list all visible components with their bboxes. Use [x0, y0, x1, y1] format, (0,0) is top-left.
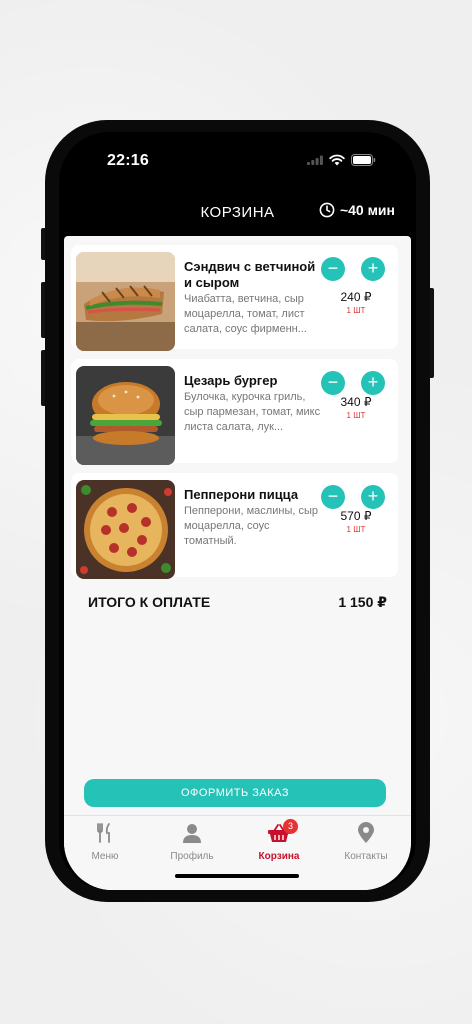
item-qty: 1 ШТ — [346, 411, 366, 420]
battery-icon — [351, 154, 376, 166]
increase-button[interactable]: + — [361, 485, 385, 509]
sandwich-image — [76, 252, 175, 351]
item-title: Пепперони пицца — [184, 487, 299, 502]
item-description: Пепперони, маслины, сыр моцарелла, соус … — [184, 505, 318, 547]
total-row: ИТОГО К ОПЛАТЕ 1 150 ₽ — [88, 594, 387, 611]
tab-cart[interactable]: 3 Корзина — [239, 819, 319, 862]
item-title: Цезарь бургер — [184, 373, 278, 388]
tab-label: Контакты — [344, 851, 388, 862]
phone-screen: 22:16 КОРЗИНА ~40 мин Сэндвич с ветчиной… — [59, 132, 416, 890]
increase-button[interactable]: + — [361, 371, 385, 395]
fork-knife-icon — [97, 823, 110, 843]
decrease-button[interactable]: − — [321, 257, 345, 281]
delivery-time: ~40 мин — [319, 202, 395, 218]
person-icon — [183, 824, 201, 843]
tab-label: Корзина — [258, 851, 300, 862]
item-qty: 1 ШТ — [346, 306, 366, 315]
increase-button[interactable]: + — [361, 257, 385, 281]
clock-icon — [319, 202, 335, 218]
place-order-button[interactable]: ОФОРМИТЬ ЗАКАЗ — [84, 779, 386, 807]
cart-item-sandwich: Сэндвич с ветчиной и сыром Чиабатта, вет… — [71, 245, 398, 351]
tab-bar: Меню Профиль 3 Корзина Контакты — [64, 815, 411, 890]
tab-label: Профиль — [170, 851, 214, 862]
cart-content: Сэндвич с ветчиной и сыром Чиабатта, вет… — [64, 236, 411, 890]
burger-image — [76, 366, 175, 465]
status-icons — [307, 154, 376, 166]
map-pin-icon — [358, 822, 374, 843]
home-indicator — [175, 874, 299, 878]
tab-label: Меню — [91, 851, 119, 862]
tab-contacts[interactable]: Контакты — [326, 822, 406, 862]
item-price: 340 ₽ — [340, 395, 372, 409]
item-description: Чиабатта, ветчина, сыр моцарелла, томат,… — [184, 293, 307, 335]
signal-icon — [307, 155, 323, 165]
item-price: 570 ₽ — [340, 509, 372, 523]
cart-count-badge: 3 — [283, 819, 298, 834]
wifi-icon — [329, 154, 345, 166]
tab-profile[interactable]: Профиль — [152, 822, 232, 862]
total-value: 1 150 ₽ — [338, 594, 387, 610]
decrease-button[interactable]: − — [321, 371, 345, 395]
item-price: 240 ₽ — [340, 290, 372, 304]
cart-item-pizza: Пепперони пицца Пепперони, маслины, сыр … — [71, 473, 398, 579]
tab-menu[interactable]: Меню — [65, 822, 145, 862]
item-qty: 1 ШТ — [346, 525, 366, 534]
decrease-button[interactable]: − — [321, 485, 345, 509]
total-label: ИТОГО К ОПЛАТЕ — [88, 594, 211, 610]
status-time: 22:16 — [107, 152, 149, 169]
delivery-time-label: ~40 мин — [339, 202, 395, 218]
item-description: Булочка, курочка гриль, сыр пармезан, то… — [184, 391, 321, 433]
pizza-image — [76, 480, 175, 579]
cart-item-burger: Цезарь бургер Булочка, курочка гриль, сы… — [71, 359, 398, 465]
item-title: Сэндвич с ветчиной и сыром — [184, 259, 316, 290]
